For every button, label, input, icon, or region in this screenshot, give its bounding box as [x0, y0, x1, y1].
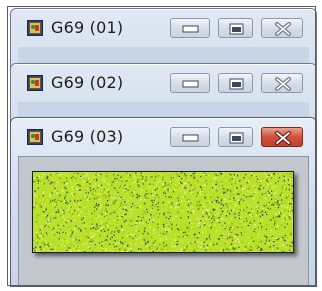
- window-title: G69 (03): [51, 127, 124, 146]
- close-icon: [275, 77, 291, 91]
- maximize-icon: [229, 78, 244, 90]
- image-app-icon[interactable]: [27, 129, 43, 145]
- image-app-icon[interactable]: [27, 75, 43, 91]
- window-title: G69 (02): [51, 73, 124, 92]
- maximize-button[interactable]: [218, 73, 253, 93]
- maximize-button[interactable]: [218, 127, 253, 147]
- close-button[interactable]: [261, 73, 303, 93]
- window-title: G69 (01): [51, 18, 124, 37]
- minimize-button[interactable]: [170, 18, 210, 38]
- desktop-stage: G69 (01) G69 (02) G69 (03): [0, 0, 322, 291]
- minimize-icon: [182, 80, 199, 88]
- noise-texture: [33, 172, 294, 253]
- titlebar-g69-03[interactable]: G69 (03): [11, 118, 316, 156]
- maximize-icon: [229, 132, 244, 144]
- close-icon: [275, 131, 291, 145]
- close-button[interactable]: [261, 18, 303, 38]
- close-button[interactable]: [261, 127, 303, 147]
- close-icon: [275, 22, 291, 36]
- maximize-button[interactable]: [218, 18, 253, 38]
- image-app-icon[interactable]: [27, 20, 43, 36]
- maximize-icon: [229, 23, 244, 35]
- minimize-button[interactable]: [170, 73, 210, 93]
- minimize-icon: [182, 134, 199, 142]
- minimize-icon: [182, 25, 199, 33]
- minimize-button[interactable]: [170, 127, 210, 147]
- noise-image-canvas: [32, 171, 294, 253]
- titlebar-g69-02[interactable]: G69 (02): [11, 64, 316, 102]
- titlebar-g69-01[interactable]: G69 (01): [11, 9, 316, 47]
